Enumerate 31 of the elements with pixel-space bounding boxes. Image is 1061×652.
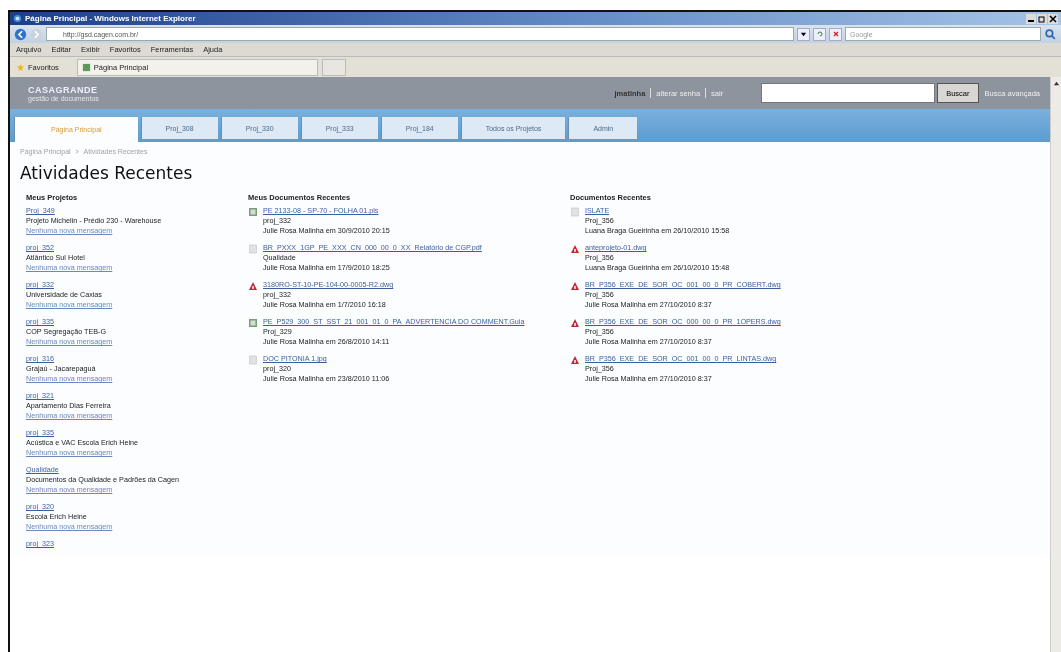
image-file-icon [248,207,258,217]
file-icon [248,244,258,254]
stop-icon [831,30,840,38]
scroll-up-icon[interactable] [1052,80,1060,87]
breadcrumb-separator-icon [74,149,80,154]
drawing-file-icon [570,318,580,328]
back-icon[interactable] [14,27,27,41]
restore-button[interactable] [1037,13,1047,24]
drawing-file-icon [248,281,258,291]
site-search-field[interactable] [761,83,936,103]
search-icon[interactable] [1044,27,1057,41]
restore-icon [1038,14,1046,23]
drawing-file-icon [570,355,580,365]
minimize-button[interactable] [1026,13,1036,24]
page-icon [81,62,91,72]
close-icon [1049,14,1057,23]
browser-icon [13,14,22,23]
image-file-icon [248,318,258,328]
minimize-icon [1028,20,1034,22]
dropdown-button[interactable] [797,27,810,41]
star-icon [16,62,25,72]
drawing-file-icon [570,281,580,291]
caret-icon [800,30,807,38]
drawing-file-icon [570,244,580,254]
file-icon [570,207,580,217]
refresh-icon [815,30,824,38]
window-title: Página Principal - Windows Internet Explorer [25,14,196,23]
stop-button[interactable] [829,27,842,41]
close-button[interactable] [1048,13,1058,24]
file-icon [248,355,258,365]
page-title: Atividades Recentes [20,163,194,183]
